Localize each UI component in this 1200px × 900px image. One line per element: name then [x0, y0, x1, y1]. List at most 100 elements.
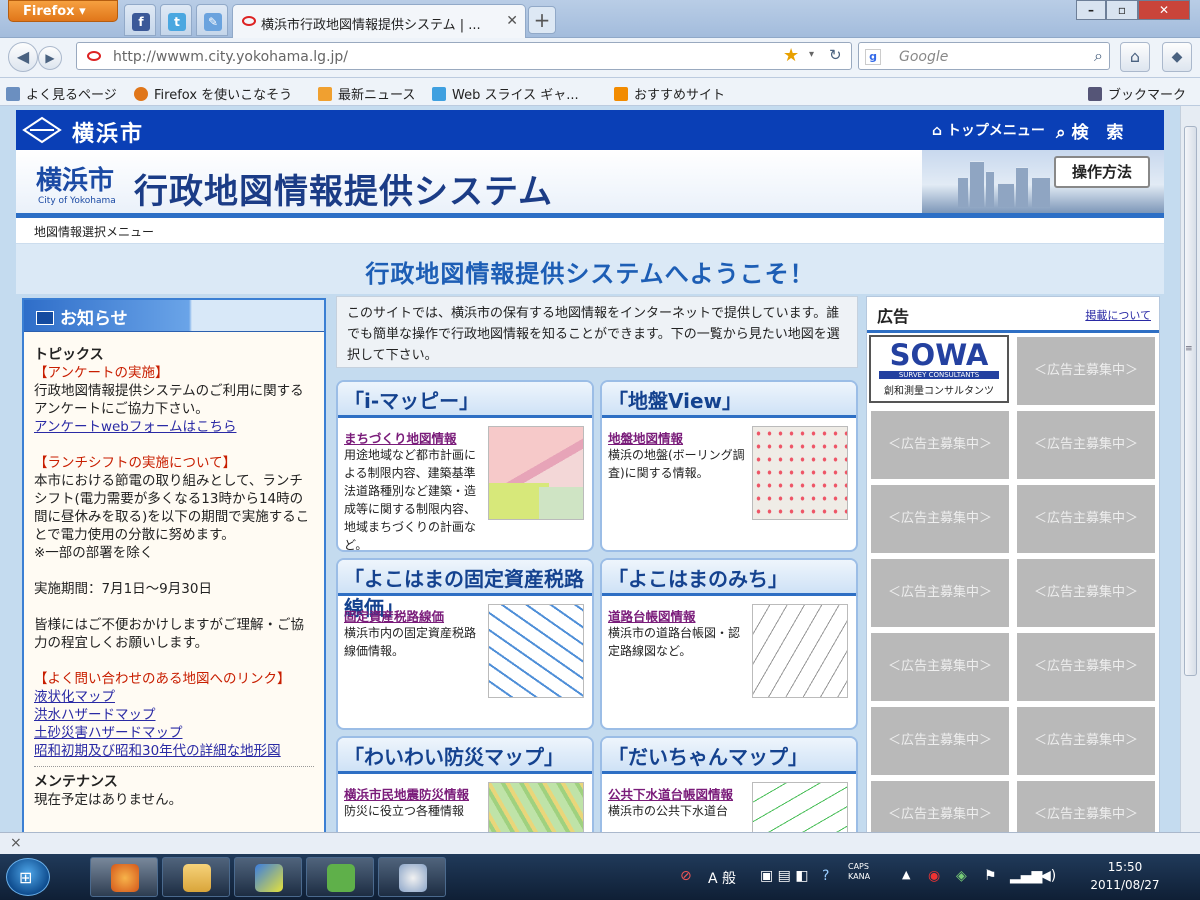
- tax-route-map-thumbnail[interactable]: [488, 604, 584, 698]
- title-bar: Firefox ▾ f t ✎ 横浜市行政地図情報提供システム | ... ✕ …: [0, 0, 1200, 38]
- card-link[interactable]: 横浜市民地震防災情報: [344, 784, 469, 803]
- ad-slot[interactable]: ＜広告主募集中＞: [871, 781, 1009, 832]
- ad-slot[interactable]: ＜広告主募集中＞: [871, 485, 1009, 553]
- sowa-ad-banner[interactable]: SOWA SURVEY CONSULTANTS 創和測量コンサルタンツ: [869, 335, 1009, 403]
- liquefaction-map-link[interactable]: 液状化マップ: [34, 688, 314, 706]
- top-menu-link[interactable]: ⌂ トップメニュー: [932, 120, 1045, 140]
- card-desc: 用途地域など都市計画による制限内容、建築基準法道路種別など建築・造成等に関する制…: [344, 448, 477, 552]
- landslide-hazard-map-link[interactable]: 土砂災害ハザードマップ: [34, 724, 314, 742]
- ad-slot[interactable]: ＜広告主募集中＞: [1017, 411, 1155, 479]
- taskbar-firefox[interactable]: [90, 857, 158, 897]
- sewer-map-thumbnail[interactable]: [752, 782, 848, 832]
- firefox-menu-button[interactable]: Firefox ▾: [8, 0, 118, 22]
- reload-icon[interactable]: ↻: [829, 46, 842, 64]
- home-icon[interactable]: ⌂: [1120, 42, 1150, 72]
- ad-slot[interactable]: ＜広告主募集中＞: [1017, 633, 1155, 701]
- taskbar-paint[interactable]: [378, 857, 446, 897]
- system-clock[interactable]: 15:50 2011/08/27: [1070, 858, 1180, 894]
- card-fixed-asset-tax[interactable]: 「よこはまの固定資産税路線価」 固定資産税路線価 横浜市内の固定資産税路線価情報…: [336, 558, 594, 730]
- disaster-map-thumbnail[interactable]: [488, 782, 584, 832]
- start-button[interactable]: ⊞: [6, 858, 50, 896]
- card-link[interactable]: 道路台帳図情報: [608, 606, 696, 625]
- tab-twitter[interactable]: t: [160, 4, 192, 36]
- card-yokohama-roads[interactable]: 「よこはまのみち」 道路台帳図情報 横浜市の道路台帳図・認定路線図など。: [600, 558, 858, 730]
- network-app-icon[interactable]: ◈: [956, 868, 967, 884]
- card-title: 「地盤View」: [602, 382, 856, 418]
- survey-form-link[interactable]: アンケートwebフォームはこちら: [34, 418, 314, 436]
- urban-planning-map-thumbnail[interactable]: [488, 426, 584, 520]
- forward-button[interactable]: ▶: [38, 46, 62, 70]
- bookmark-star-icon[interactable]: ★: [783, 45, 799, 66]
- taskbar-explorer[interactable]: [162, 857, 230, 897]
- back-button[interactable]: ◀: [8, 42, 38, 72]
- volume-icon[interactable]: ◀): [1040, 868, 1056, 884]
- road-ledger-map-thumbnail[interactable]: [752, 604, 848, 698]
- close-window-button[interactable]: ✕: [1138, 0, 1190, 20]
- topics-heading: トピックス: [34, 347, 104, 363]
- maximize-button[interactable]: ▫: [1106, 0, 1138, 20]
- bookmark-recommended[interactable]: おすすめサイト: [614, 84, 725, 103]
- card-daichan-map[interactable]: 「だいちゃんマップ」 公共下水道台帳図情報 横浜市の公共下水道台: [600, 736, 858, 832]
- card-desc: 横浜市の道路台帳図・認定路線図など。: [608, 626, 741, 658]
- action-center-flag-icon[interactable]: ⚑: [984, 868, 997, 884]
- search-icon[interactable]: ⌕: [1094, 46, 1103, 66]
- tray-icons[interactable]: ▣ ▤ ◧: [760, 868, 809, 884]
- url-dropdown-icon[interactable]: ▾: [809, 49, 814, 60]
- bookmark-most-visited[interactable]: よく見るページ: [6, 84, 117, 103]
- card-link[interactable]: 地盤地図情報: [608, 428, 683, 447]
- scrollbar-thumb[interactable]: [1184, 126, 1197, 676]
- new-tab-button[interactable]: +: [528, 6, 556, 34]
- ads-header: 広告 掲載について: [867, 297, 1159, 333]
- lunch-shift-apology: 皆様にはご不便おかけしますがご理解・ご協力の程宜しくお願いします。: [34, 617, 304, 651]
- ad-slot[interactable]: ＜広告主募集中＞: [871, 411, 1009, 479]
- tab-pinned-app[interactable]: ✎: [196, 4, 228, 36]
- site-city-name[interactable]: 横浜市: [72, 116, 144, 148]
- close-addon-bar-icon[interactable]: ×: [10, 835, 22, 851]
- card-link[interactable]: まちづくり地図情報: [344, 428, 457, 447]
- taskbar-evernote[interactable]: [306, 857, 374, 897]
- ad-slot[interactable]: ＜広告主募集中＞: [871, 633, 1009, 701]
- vertical-scrollbar[interactable]: ≡: [1180, 106, 1200, 832]
- bookmarks-menu[interactable]: ブックマーク: [1088, 84, 1186, 103]
- search-box[interactable]: g Google ⌕: [858, 42, 1110, 70]
- network-signal-icon[interactable]: ▂▄▆: [1010, 868, 1042, 884]
- card-i-mappy[interactable]: 「i-マッピー」 まちづくり地図情報 用途地域など都市計画による制限内容、建築基…: [336, 380, 594, 552]
- show-hidden-icons[interactable]: ▲: [902, 868, 910, 881]
- site-search-link[interactable]: ⌕ 検 索: [1056, 118, 1129, 143]
- help-icon[interactable]: ?: [822, 868, 829, 884]
- tray-app-icon[interactable]: ⊘: [680, 868, 692, 884]
- ground-map-thumbnail[interactable]: [752, 426, 848, 520]
- bookmark-latest-news[interactable]: 最新ニュース: [318, 84, 415, 103]
- ads-about-link[interactable]: 掲載について: [1085, 307, 1151, 323]
- tab-facebook[interactable]: f: [124, 4, 156, 36]
- ad-slot[interactable]: ＜広告主募集中＞: [1017, 781, 1155, 832]
- banner-city-en: City of Yokohama: [38, 196, 116, 206]
- google-engine-icon[interactable]: g: [865, 49, 881, 65]
- url-bar[interactable]: http://wwwm.city.yokohama.lg.jp/ ★ ▾ ↻: [76, 42, 852, 70]
- close-tab-icon[interactable]: ✕: [506, 13, 518, 29]
- ime-indicator[interactable]: A 般: [708, 868, 736, 888]
- bookmark-web-slice[interactable]: Web スライス ギャ...: [432, 84, 579, 103]
- ad-slot[interactable]: ＜広告主募集中＞: [1017, 707, 1155, 775]
- security-icon[interactable]: ◉: [928, 868, 940, 884]
- ad-slot[interactable]: ＜広告主募集中＞: [871, 707, 1009, 775]
- tab-active[interactable]: 横浜市行政地図情報提供システム | ... ✕: [232, 4, 526, 38]
- ad-slot[interactable]: ＜広告主募集中＞: [1017, 485, 1155, 553]
- taskbar-app[interactable]: [234, 857, 302, 897]
- addon-icon[interactable]: ◆: [1162, 42, 1192, 72]
- how-to-button[interactable]: 操作方法: [1054, 156, 1150, 188]
- ad-slot[interactable]: ＜広告主募集中＞: [1017, 559, 1155, 627]
- historical-topo-map-link[interactable]: 昭和初期及び昭和30年代の詳細な地形図: [34, 742, 314, 760]
- yokohama-emblem-icon[interactable]: [22, 116, 62, 144]
- card-link[interactable]: 固定資産税路線価: [344, 606, 444, 625]
- bookmark-firefox-tips[interactable]: Firefox を使いこなそう: [134, 84, 292, 103]
- card-jiban-view[interactable]: 「地盤View」 地盤地図情報 横浜の地盤(ボーリング調査)に関する情報。: [600, 380, 858, 552]
- minimize-button[interactable]: –: [1076, 0, 1106, 20]
- page-viewport: 横浜市 ⌂ トップメニュー ⌕ 検 索 横浜市 City of Yokohama…: [0, 106, 1180, 832]
- card-bousai-map[interactable]: 「わいわい防災マップ」 横浜市民地震防災情報 防災に役立つ各種情報: [336, 736, 594, 832]
- ad-slot[interactable]: ＜広告主募集中＞: [1017, 337, 1155, 405]
- ad-slot[interactable]: ＜広告主募集中＞: [871, 559, 1009, 627]
- card-link[interactable]: 公共下水道台帳図情報: [608, 784, 733, 803]
- flood-hazard-map-link[interactable]: 洪水ハザードマップ: [34, 706, 314, 724]
- firefox-icon: [111, 864, 139, 892]
